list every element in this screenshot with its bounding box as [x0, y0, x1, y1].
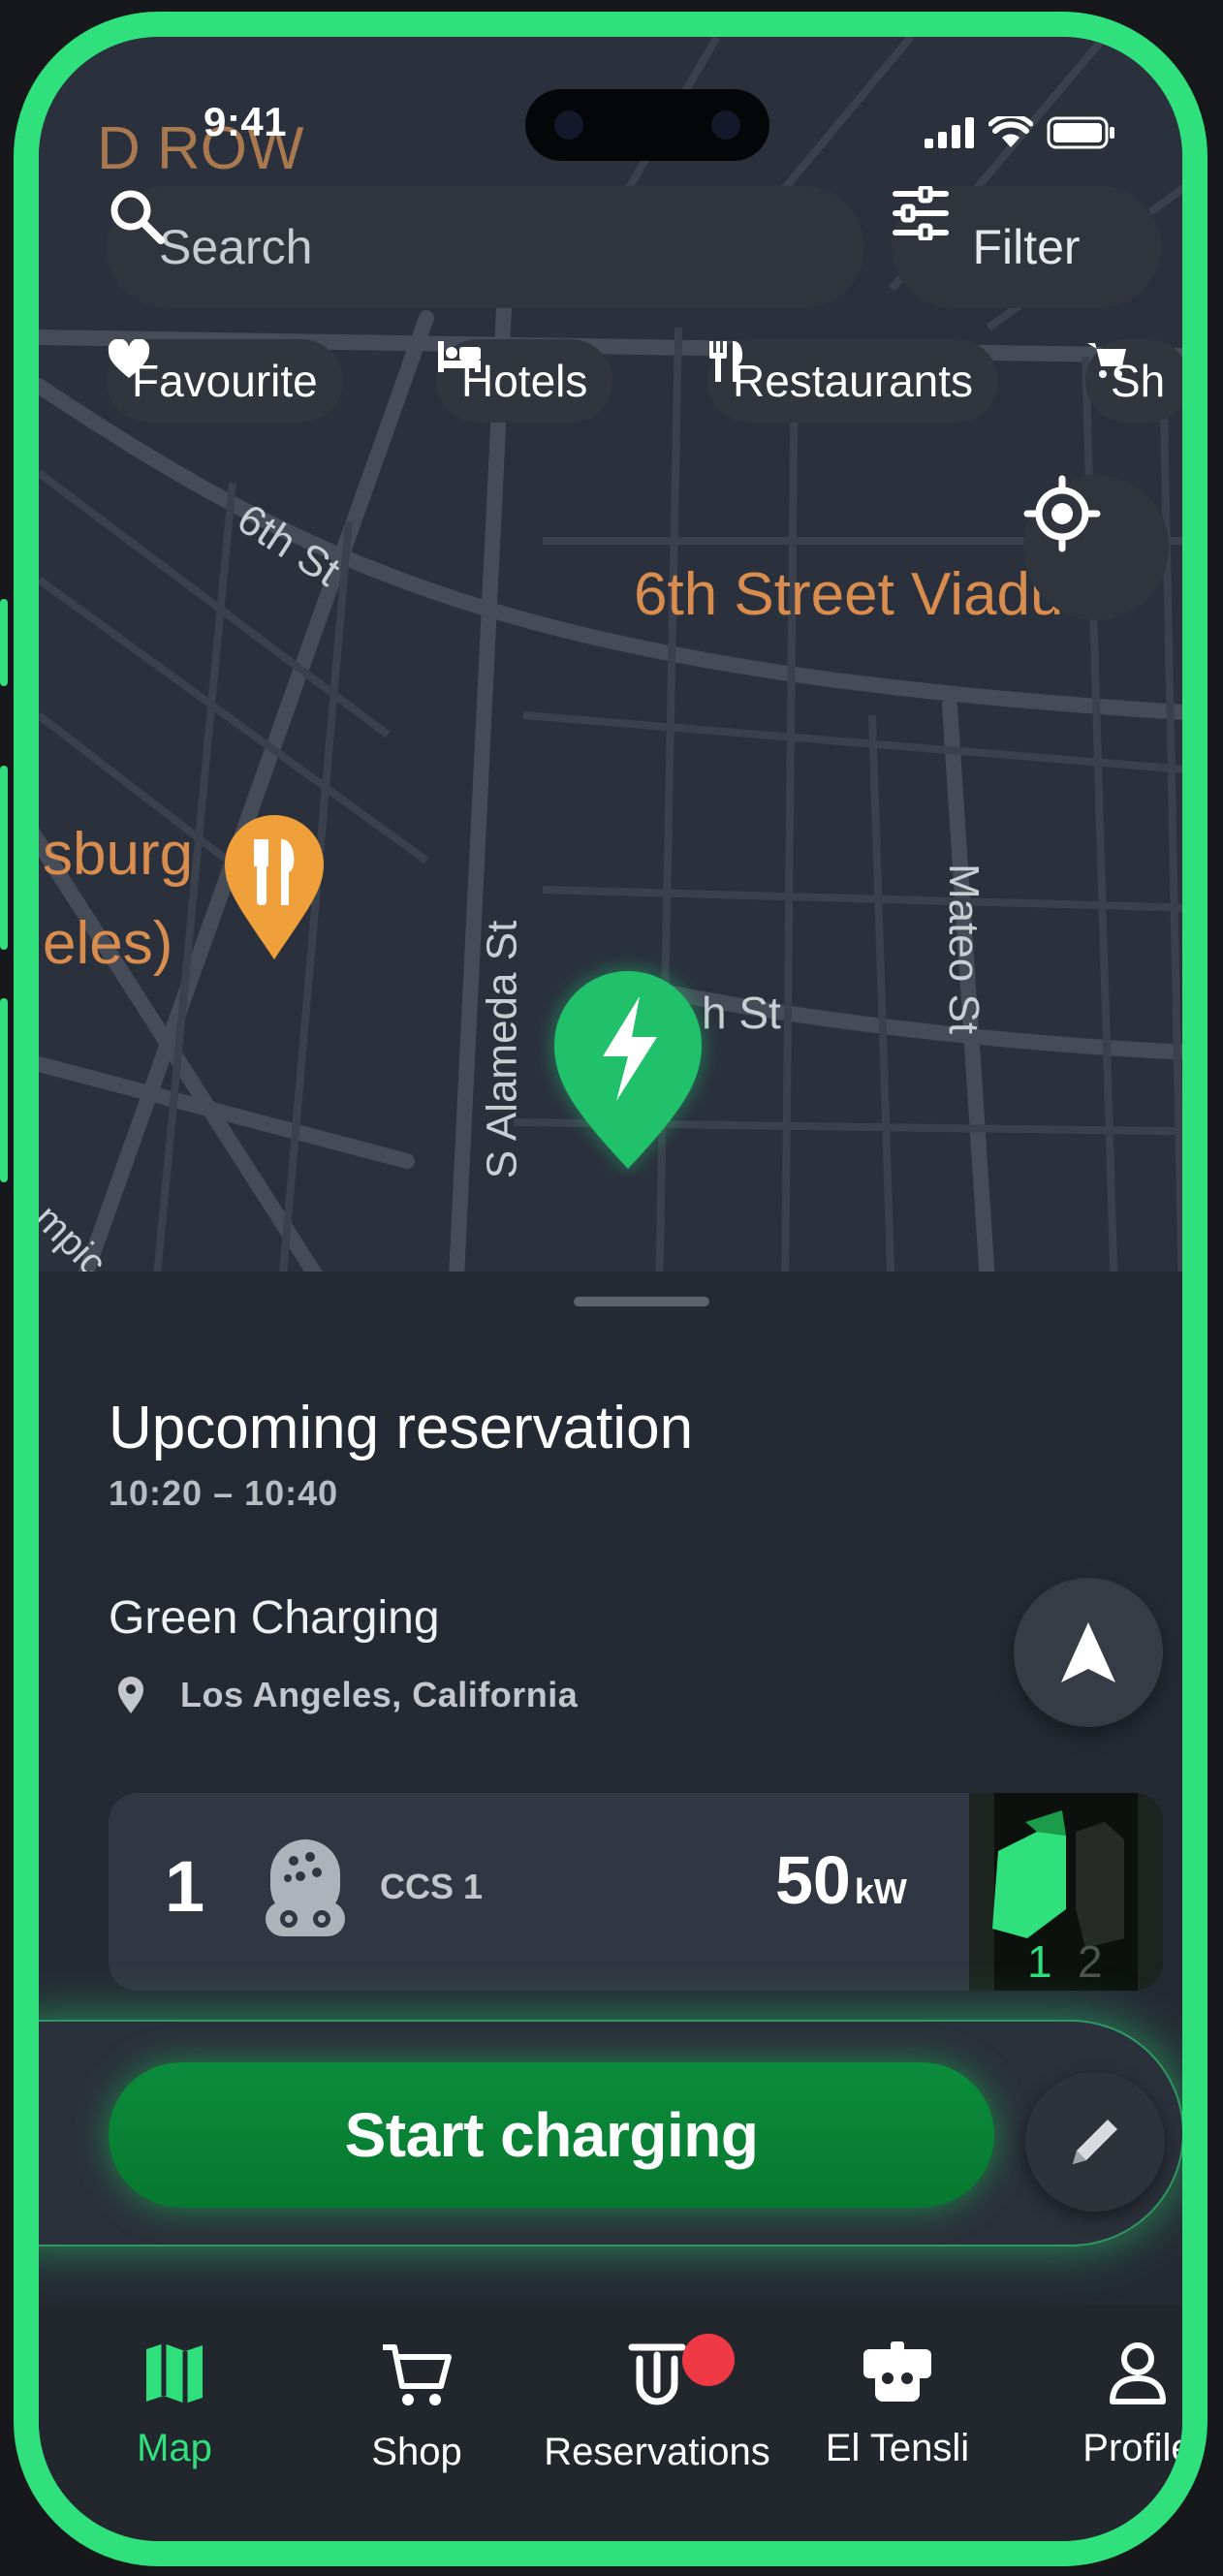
tab-map[interactable]: Map	[68, 2341, 281, 2470]
navigate-button[interactable]	[1014, 1578, 1163, 1727]
connector-number: 1	[165, 1846, 205, 1927]
map-label: sburg	[43, 821, 194, 888]
connector-type: CCS 1	[380, 1867, 484, 1906]
crosshair-icon	[1023, 475, 1101, 552]
notification-badge	[682, 2334, 735, 2386]
tab-profile[interactable]: Profile	[1031, 2341, 1193, 2470]
tab-label: Reservations	[544, 2431, 770, 2473]
charger-photo: 1 2	[969, 1793, 1163, 1991]
sliders-icon	[893, 186, 949, 240]
tab-el-tensli[interactable]: El Tensli	[791, 2341, 1004, 2470]
station-name: Green Charging	[109, 1592, 440, 1644]
chip-restaurants[interactable]: Restaurants	[707, 339, 999, 423]
photo-label-2: 2	[1078, 1936, 1103, 1987]
search-bar[interactable]: Search	[107, 186, 864, 308]
chip-shop[interactable]: Sh	[1085, 339, 1182, 423]
status-time: 9:41	[204, 99, 288, 144]
cart-icon	[383, 2344, 452, 2405]
edit-button[interactable]	[1025, 2072, 1165, 2212]
sheet-drag-handle[interactable]	[574, 1297, 709, 1306]
pencil-icon	[1073, 2120, 1117, 2164]
reservation-time: 10:20 – 10:40	[109, 1473, 339, 1513]
bed-icon	[438, 341, 481, 372]
charging-station-pin-icon[interactable]	[533, 948, 723, 1177]
chip-label: Favourite	[132, 356, 318, 406]
map-view[interactable]: D ROW 6th St 6th Street Viaduct sburg el…	[39, 37, 1182, 1297]
fork-knife-icon	[709, 341, 743, 382]
cart-icon	[1087, 343, 1126, 378]
chip-label: Restaurants	[733, 356, 974, 406]
map-label: Mateo St	[940, 863, 988, 1035]
phone-frame: D ROW 6th St 6th Street Viaduct sburg el…	[14, 12, 1207, 2566]
map-label: eles)	[43, 910, 173, 977]
tab-label: Shop	[371, 2431, 462, 2473]
chip-hotels[interactable]: Hotels	[436, 339, 613, 423]
power-unit: kW	[854, 1871, 907, 1911]
status-icons	[925, 116, 1116, 149]
side-button	[0, 766, 8, 950]
side-button	[0, 599, 8, 686]
tab-label: Map	[137, 2427, 212, 2469]
photo-label-1: 1	[1027, 1936, 1052, 1987]
start-charging-button[interactable]: Start charging	[109, 2062, 994, 2208]
battery-icon	[1047, 116, 1114, 149]
search-input[interactable]: Search	[159, 219, 312, 275]
filter-label: Filter	[972, 220, 1081, 274]
map-label: S Alameda St	[478, 920, 526, 1179]
location-pin-icon	[118, 1677, 143, 1713]
tab-label: Profile	[1082, 2427, 1193, 2469]
navigation-arrow-icon	[1061, 1622, 1115, 1682]
robot-icon	[863, 2341, 931, 2402]
signal-icon	[925, 117, 974, 148]
camera-icon	[554, 110, 583, 140]
filter-button[interactable]: Filter	[892, 186, 1161, 308]
location-text: Los Angeles, California	[180, 1675, 579, 1714]
connector-power: 50 kW	[775, 1841, 907, 1919]
dynamic-island	[525, 89, 769, 161]
ccs-plug-icon	[266, 1839, 345, 1936]
side-button	[0, 998, 8, 1182]
reservation-title: Upcoming reservation	[109, 1395, 694, 1461]
wifi-icon	[988, 116, 1033, 147]
sensor-icon	[711, 110, 740, 140]
power-value: 50	[775, 1842, 851, 1918]
heart-icon	[108, 339, 150, 378]
charger-image: 1 2	[969, 1793, 1163, 1991]
tab-label: El Tensli	[825, 2427, 970, 2469]
chip-favourite[interactable]: Favourite	[107, 339, 343, 423]
search-icon	[110, 190, 165, 244]
station-location: Los Angeles, California	[116, 1675, 578, 1715]
restaurant-pin-icon[interactable]	[221, 812, 328, 961]
person-icon	[1110, 2342, 1166, 2404]
locate-me-button[interactable]	[1023, 475, 1169, 620]
home-indicator[interactable]	[430, 2557, 857, 2566]
map-icon	[146, 2343, 203, 2403]
reservation-icon	[628, 2343, 686, 2405]
tab-shop[interactable]: Shop	[310, 2341, 523, 2474]
